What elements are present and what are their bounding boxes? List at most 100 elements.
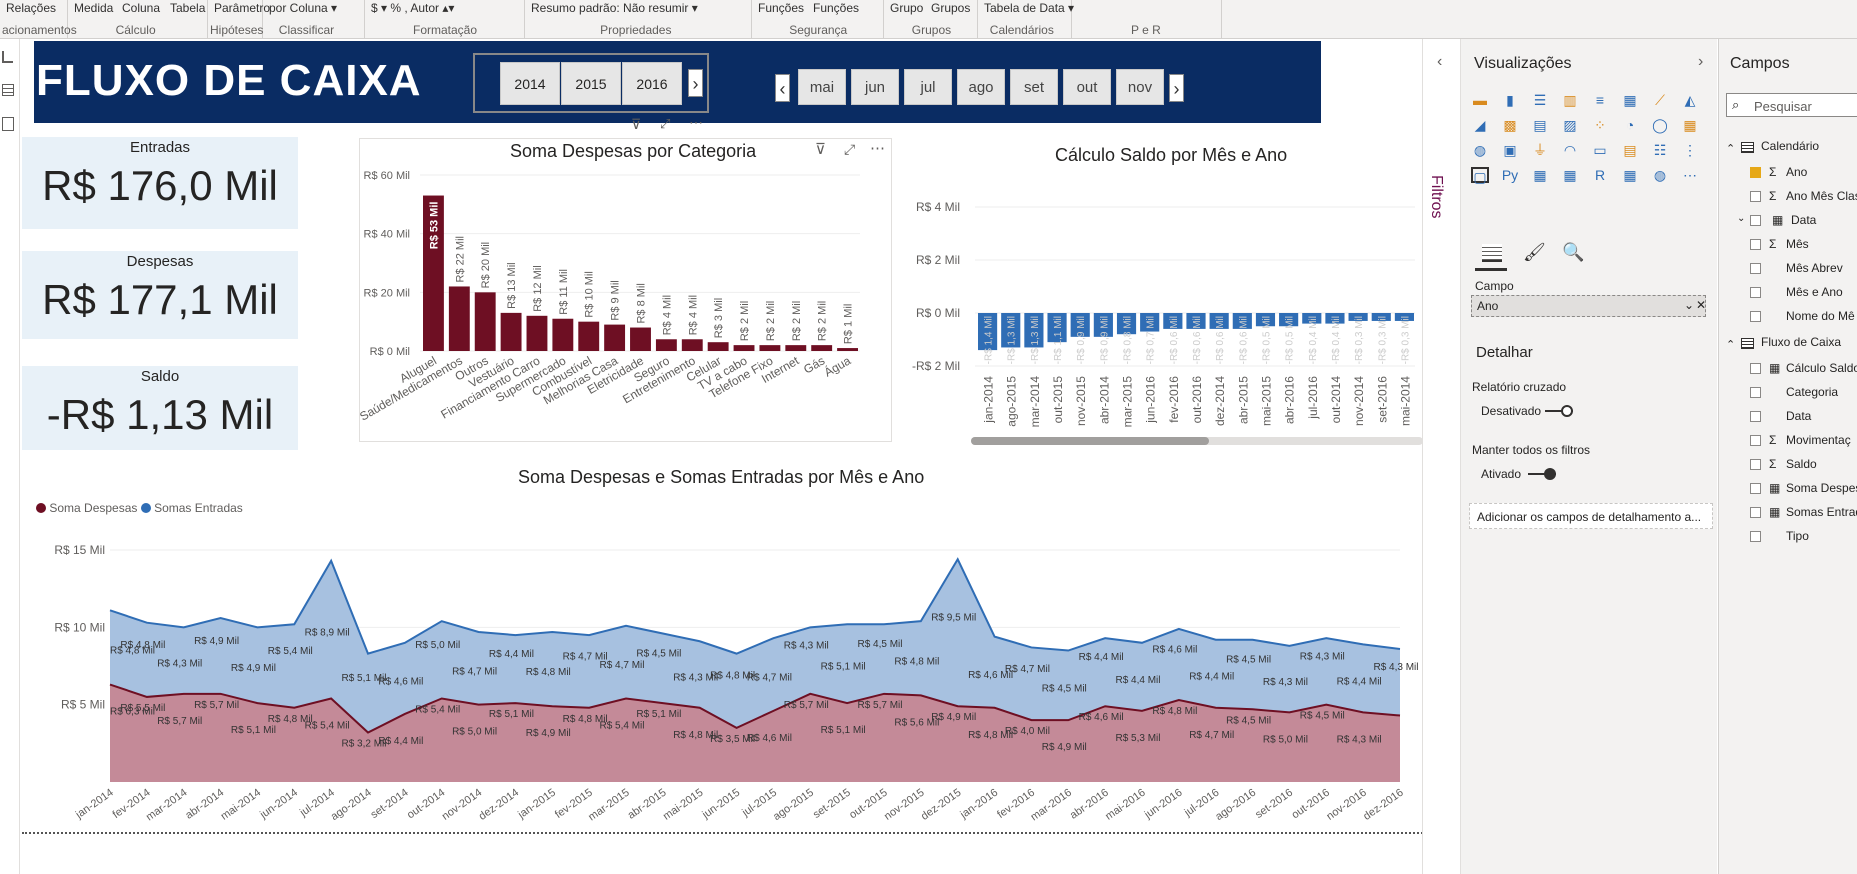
ribbon-button[interactable]: Grupos	[931, 1, 970, 15]
slicer-filter-icon[interactable]: ⊽	[631, 116, 641, 133]
ribbon-chart-icon[interactable]: ▨	[1561, 117, 1579, 133]
visual-more-icon[interactable]: ⋯	[870, 139, 885, 157]
analytics-icon[interactable]: 🔍	[1562, 242, 1584, 263]
year-slicer-item[interactable]: 2014	[500, 62, 560, 105]
donut-icon[interactable]: ▦	[1681, 117, 1699, 133]
filled-map-icon[interactable]: ⏚	[1531, 142, 1549, 158]
month-scroll-left-icon[interactable]: ‹	[775, 74, 790, 102]
ribbon-button[interactable]: Funções	[758, 1, 804, 15]
collapse-chevron-icon[interactable]: ‹	[1437, 53, 1442, 71]
ribbon-button[interactable]: Funções	[813, 1, 859, 15]
field-checkbox[interactable]	[1750, 363, 1761, 374]
waterfall-icon[interactable]: ⁘	[1591, 117, 1609, 133]
field-item[interactable]: Nome do Mê	[1786, 309, 1855, 323]
expand-chevron-icon[interactable]: ›	[1698, 53, 1703, 71]
field-checkbox[interactable]	[1750, 435, 1761, 446]
100-column-icon[interactable]: ▦	[1621, 92, 1639, 108]
month-slicer-item[interactable]: jul	[904, 69, 952, 105]
field-item[interactable]: Categoria	[1786, 385, 1838, 399]
line-stacked-column-icon[interactable]: ▤	[1531, 117, 1549, 133]
chevron-down-icon[interactable]: ⌄	[1684, 298, 1694, 312]
field-checkbox[interactable]	[1750, 287, 1761, 298]
field-checkbox[interactable]	[1750, 239, 1761, 250]
clustered-column-icon[interactable]: ▥	[1561, 92, 1579, 108]
month-slicer-item[interactable]: jun	[851, 69, 899, 105]
field-checkbox[interactable]	[1750, 459, 1761, 470]
field-item[interactable]: Mês	[1786, 237, 1809, 251]
year-scroll-right-icon[interactable]: ›	[688, 69, 703, 97]
ribbon-button[interactable]: Tabela	[170, 1, 205, 15]
field-item[interactable]: Saldo	[1786, 457, 1817, 471]
year-slicer-item[interactable]: 2015	[561, 62, 621, 105]
decomposition-icon[interactable]: ▦	[1621, 167, 1639, 183]
month-scroll-right-icon[interactable]: ›	[1169, 74, 1184, 102]
slicer-icon[interactable]: ▢	[1471, 167, 1489, 185]
line-chart-icon[interactable]: ⟋	[1651, 92, 1669, 108]
field-item[interactable]: Movimentaç	[1786, 433, 1851, 447]
table-icon[interactable]: ▦	[1531, 167, 1549, 183]
map-icon[interactable]: ▣	[1501, 142, 1519, 158]
field-item[interactable]: Mês Abrev	[1786, 261, 1843, 275]
visual-filter-icon[interactable]: ⊽	[815, 140, 826, 158]
filters-pane-collapsed[interactable]: ‹ Filtros	[1422, 39, 1460, 874]
search-input[interactable]: Pesquisar	[1754, 99, 1812, 114]
field-item[interactable]: Mês e Ano	[1786, 285, 1843, 299]
ribbon-button[interactable]: Relações	[6, 1, 56, 15]
stacked-column-icon[interactable]: ▮	[1501, 92, 1519, 108]
slicer-more-icon[interactable]: ⋯	[689, 114, 703, 131]
field-checkbox[interactable]	[1750, 215, 1761, 226]
field-checkbox[interactable]	[1750, 191, 1761, 202]
month-slicer-item[interactable]: mai	[798, 69, 846, 105]
more-visuals-icon[interactable]: ⋯	[1681, 167, 1699, 183]
pie-chart-icon[interactable]: ◯	[1651, 117, 1669, 133]
ribbon-button[interactable]: por Coluna ▾	[269, 1, 337, 15]
keep-filters-toggle[interactable]	[1528, 468, 1556, 480]
multi-row-card-icon[interactable]: ☷	[1651, 142, 1669, 158]
stacked-bar-icon[interactable]: ▬	[1471, 92, 1489, 108]
ribbon-button[interactable]: $ ▾ % , Autor ▴▾	[371, 1, 454, 15]
report-view-icon[interactable]	[2, 51, 13, 63]
year-slicer-item[interactable]: 2016	[622, 62, 682, 105]
month-slicer-item[interactable]: out	[1063, 69, 1111, 105]
field-table-name[interactable]: Calendário	[1761, 139, 1819, 153]
month-slicer-item[interactable]: ago	[957, 69, 1005, 105]
clustered-bar-icon[interactable]: ☰	[1531, 92, 1549, 108]
field-checkbox[interactable]	[1750, 387, 1761, 398]
arcgis-icon[interactable]: ◍	[1651, 167, 1669, 183]
filters-label[interactable]: Filtros	[1427, 175, 1445, 219]
field-checkbox[interactable]	[1750, 311, 1761, 322]
gauge-icon[interactable]: ▭	[1591, 142, 1609, 158]
field-checkbox[interactable]	[1750, 531, 1761, 542]
model-view-icon[interactable]	[2, 117, 14, 131]
fields-search[interactable]: ⌕ Pesquisar	[1726, 93, 1857, 117]
card-icon[interactable]: ▤	[1621, 142, 1639, 158]
slicer-focus-icon[interactable]: ⤢	[660, 116, 670, 132]
ribbon-button[interactable]: Parâmetro	[214, 1, 270, 15]
horizontal-scrollbar[interactable]	[971, 437, 1423, 445]
expand-chevron-icon[interactable]: ⌄	[1737, 213, 1745, 224]
field-checkbox[interactable]	[1750, 263, 1761, 274]
month-slicer-item[interactable]: nov	[1116, 69, 1164, 105]
field-item[interactable]: Data	[1791, 213, 1816, 227]
month-slicer-item[interactable]: set	[1010, 69, 1058, 105]
area-chart-icon[interactable]: ◭	[1681, 92, 1699, 108]
scrollbar-thumb[interactable]	[971, 437, 1209, 445]
100-bar-icon[interactable]: ≡	[1591, 92, 1609, 108]
field-checkbox[interactable]	[1750, 411, 1761, 422]
ribbon-button[interactable]: Tabela de Data ▾	[984, 1, 1074, 15]
field-table-name[interactable]: Fluxo de Caixa	[1761, 335, 1841, 349]
funnel-icon[interactable]: ◠	[1561, 142, 1579, 158]
ribbon-button[interactable]: Coluna	[122, 1, 160, 15]
line-column-icon[interactable]: ▩	[1501, 117, 1519, 133]
field-checkbox[interactable]	[1750, 167, 1761, 178]
python-visual-icon[interactable]: Py	[1501, 167, 1519, 183]
collapse-chevron-icon[interactable]: ⌃	[1726, 142, 1735, 155]
treemap-icon[interactable]: ◍	[1471, 142, 1489, 158]
data-view-icon[interactable]	[2, 84, 14, 96]
field-item[interactable]: Ano Mês Clas	[1786, 189, 1857, 203]
drillthrough-well[interactable]: Adicionar os campos de detalhamento a...	[1469, 503, 1713, 529]
cross-report-toggle[interactable]	[1545, 405, 1573, 417]
r-visual-icon[interactable]: R	[1591, 167, 1609, 183]
field-item[interactable]: Somas Entrad	[1786, 505, 1857, 519]
matrix-icon[interactable]: ▦	[1561, 167, 1579, 183]
